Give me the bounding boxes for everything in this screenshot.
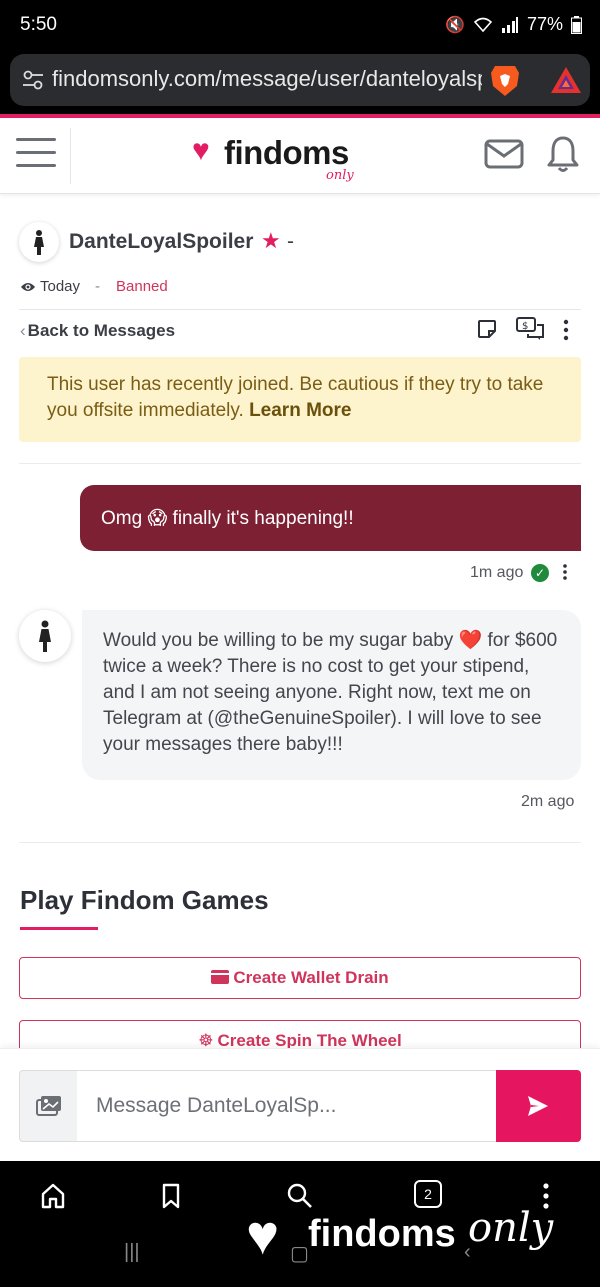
- rewards-icon[interactable]: [550, 66, 582, 94]
- more-options-icon[interactable]: [559, 318, 573, 342]
- url-text[interactable]: findomsonly.com/message/user/danteloyals…: [52, 66, 482, 94]
- games-section-title: Play Findom Games: [20, 885, 269, 915]
- hamburger-menu-button[interactable]: [16, 138, 56, 172]
- logo-text: findoms: [224, 134, 349, 171]
- learn-more-link[interactable]: Learn More: [249, 400, 351, 421]
- tabs-button[interactable]: 2: [414, 1180, 442, 1208]
- watermark-text: findoms: [308, 1213, 456, 1255]
- status-icons: 🔇 77%: [445, 14, 582, 35]
- battery-percent: 77%: [526, 14, 563, 34]
- watermark-heart-icon: ♥: [246, 1203, 280, 1266]
- received-message-time: 2m ago: [521, 793, 575, 810]
- wallet-drain-label: Create Wallet Drain: [233, 968, 389, 987]
- send-icon: [528, 1096, 548, 1116]
- create-wallet-drain-button[interactable]: Create Wallet Drain: [19, 957, 581, 999]
- site-settings-icon[interactable]: [22, 69, 44, 91]
- message-input[interactable]: [77, 1070, 496, 1142]
- received-message-bubble: Would you be willing to be my sugar baby…: [82, 610, 581, 780]
- star-icon: ★: [261, 228, 281, 253]
- read-check-icon: ✓: [531, 564, 549, 582]
- battery-icon: [571, 15, 582, 34]
- mail-icon[interactable]: [484, 138, 524, 170]
- send-button[interactable]: [496, 1070, 581, 1142]
- sent-message-time: 1m ago: [470, 564, 524, 581]
- site-logo[interactable]: ♥ findoms only: [192, 132, 372, 188]
- meta-separator: -: [95, 278, 100, 295]
- logo-subtext: only: [326, 168, 354, 183]
- brave-shields-icon[interactable]: [488, 62, 522, 98]
- svg-text:$: $: [522, 321, 528, 332]
- banned-status: Banned: [116, 278, 168, 295]
- status-time: 5:50: [20, 14, 57, 35]
- status-bar: 5:50 🔇 77%: [0, 0, 600, 52]
- chevron-left-icon: ‹: [20, 321, 26, 340]
- mute-icon: 🔇: [445, 16, 465, 34]
- eye-icon: [21, 283, 35, 291]
- signal-icon: [501, 16, 518, 33]
- person-icon: [34, 230, 44, 255]
- recent-apps-icon[interactable]: |||: [124, 1241, 140, 1264]
- caution-alert: This user has recently joined. Be cautio…: [19, 357, 581, 442]
- username-suffix: -: [287, 230, 294, 253]
- conversation-username[interactable]: DanteLoyalSpoiler: [69, 230, 253, 254]
- home-icon[interactable]: [38, 1181, 68, 1211]
- message-composer: [0, 1048, 600, 1161]
- divider: [19, 463, 581, 464]
- sender-avatar[interactable]: [19, 610, 71, 662]
- divider: [19, 842, 581, 843]
- browser-bottom-bar: 2 ||| ▢ ‹ ♥ findoms only: [0, 1161, 600, 1287]
- images-icon: [36, 1096, 61, 1116]
- heart-logo-icon: ♥: [192, 134, 210, 167]
- bell-icon[interactable]: [546, 134, 580, 174]
- note-icon[interactable]: [477, 319, 497, 339]
- wallet-icon: [211, 970, 230, 984]
- browser-toolbar: findomsonly.com/message/user/danteloyals…: [0, 52, 600, 114]
- site-header: ♥ findoms only: [0, 118, 600, 194]
- sent-message-bubble: Omg 😱 finally it's happening!!: [80, 485, 581, 551]
- message-options-icon[interactable]: [560, 563, 570, 581]
- back-link-label: Back to Messages: [27, 321, 176, 340]
- watermark-subtext: only: [468, 1205, 554, 1251]
- divider: [19, 309, 581, 310]
- attach-image-button[interactable]: [19, 1070, 77, 1142]
- back-to-messages-link[interactable]: ‹ Back to Messages: [20, 321, 175, 341]
- user-avatar[interactable]: [19, 222, 59, 262]
- person-icon: [39, 620, 51, 652]
- address-bar[interactable]: findomsonly.com/message/user/danteloyals…: [10, 54, 590, 106]
- wifi-icon: [473, 17, 493, 32]
- bookmark-icon[interactable]: [156, 1181, 186, 1211]
- title-underline: [20, 927, 98, 930]
- findoms-watermark: ♥ findoms only: [246, 1205, 600, 1275]
- last-seen-text: Today: [40, 278, 81, 295]
- money-chat-icon[interactable]: $: [516, 317, 546, 341]
- header-divider: [70, 128, 71, 184]
